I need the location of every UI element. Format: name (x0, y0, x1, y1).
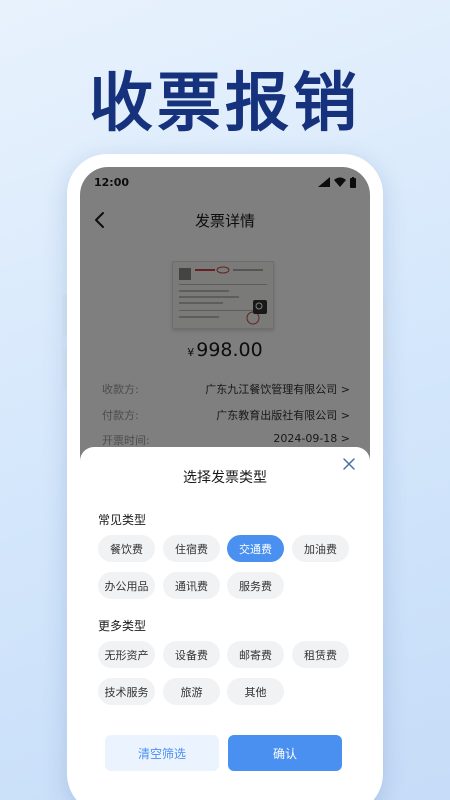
sheet-title: 选择发票类型 (183, 470, 267, 486)
more-types-title: 更多类型 (98, 619, 147, 633)
chip-more-type[interactable]: 设备费 (163, 641, 220, 668)
clear-filter-button[interactable]: 清空筛选 (105, 735, 219, 771)
confirm-button[interactable]: 确认 (228, 735, 342, 771)
common-types-title: 常见类型 (98, 513, 147, 527)
chip-more-type[interactable]: 技术服务 (98, 678, 155, 705)
chip-more-type[interactable]: 邮寄费 (227, 641, 284, 668)
chip-common-type[interactable]: 服务费 (227, 572, 284, 599)
close-icon[interactable] (342, 457, 356, 471)
chip-common-type[interactable]: 办公用品 (98, 572, 155, 599)
chip-more-type[interactable]: 租赁费 (292, 641, 349, 668)
phone-screen: 12:00 发票详情 ¥998.00 收款方: (80, 167, 370, 800)
chip-common-type-selected[interactable]: 交通费 (227, 535, 284, 562)
chip-common-type[interactable]: 通讯费 (163, 572, 220, 599)
chip-common-type[interactable]: 餐饮费 (98, 535, 155, 562)
chip-more-type[interactable]: 无形资产 (98, 641, 155, 668)
chip-more-type[interactable]: 旅游 (163, 678, 220, 705)
invoice-type-sheet: 选择发票类型 常见类型 餐饮费 住宿费 交通费 加油费 办公用品 通讯费 服务费… (80, 447, 370, 800)
chip-more-type[interactable]: 其他 (227, 678, 284, 705)
chip-common-type[interactable]: 加油费 (292, 535, 349, 562)
promo-title: 收票报销 (89, 67, 361, 141)
chip-common-type[interactable]: 住宿费 (163, 535, 220, 562)
